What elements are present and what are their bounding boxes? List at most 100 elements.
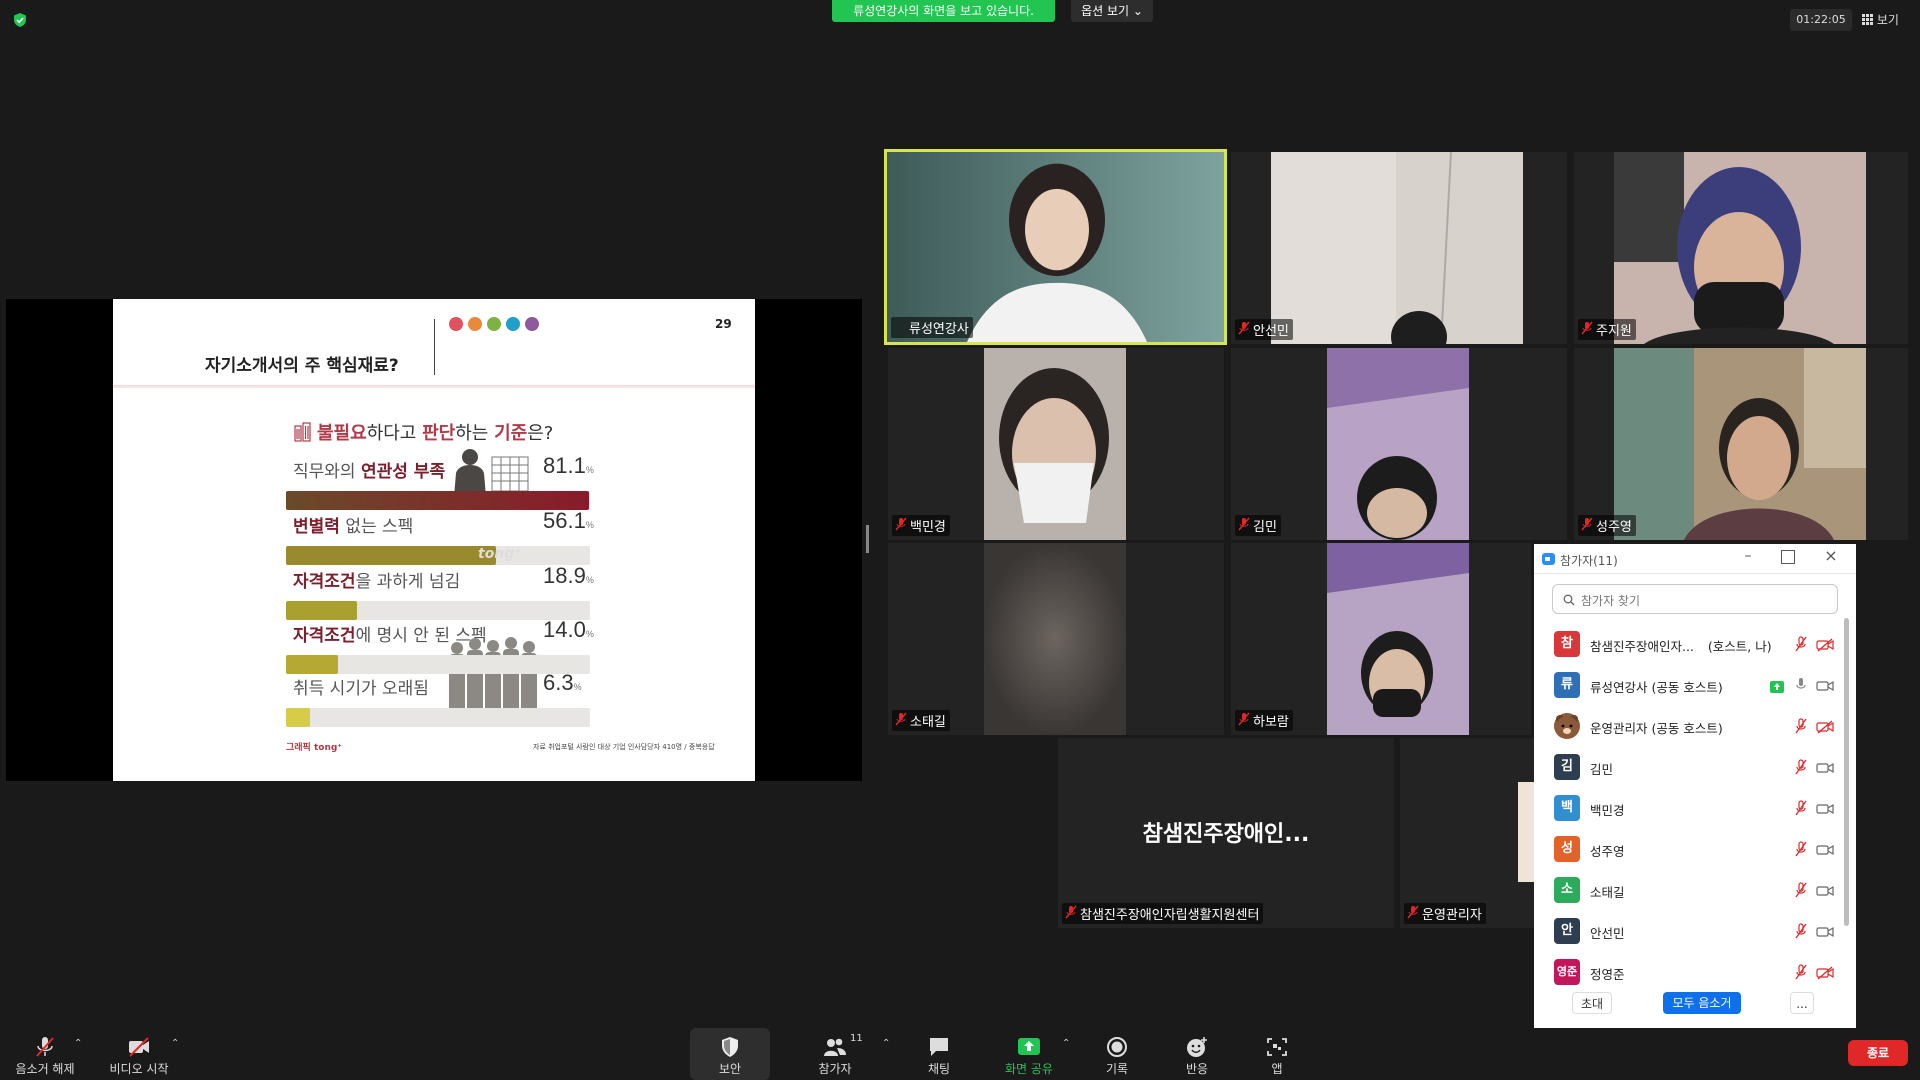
video-tile[interactable]: 주지원 <box>1574 152 1908 344</box>
search-icon <box>1563 594 1575 606</box>
slide-page-number: 29 <box>715 317 732 331</box>
participant-row[interactable]: 소 소태길 <box>1534 871 1856 912</box>
mute-all-button[interactable]: 모두 음소거 <box>1663 992 1741 1014</box>
shield-icon[interactable] <box>12 12 28 28</box>
question-part: 은? <box>527 423 554 444</box>
mic-muted-icon <box>1795 923 1807 939</box>
video-icon <box>1816 680 1834 692</box>
video-tile[interactable]: 성주영 <box>1574 348 1908 540</box>
participant-status-icons <box>1794 923 1834 941</box>
video-tile[interactable]: 류성연강사 <box>884 149 1227 345</box>
chat-button[interactable]: 채팅 <box>904 1028 974 1080</box>
participant-row[interactable]: 영준 정영준 <box>1534 953 1856 994</box>
start-video-button[interactable]: 비디오 시작 <box>100 1028 178 1080</box>
participant-row[interactable]: 참 참샘진주장애인자... (호스트, 나) <box>1534 625 1856 666</box>
speaker-video <box>887 152 1224 342</box>
slide-footer-credit: 그래픽 tong⁺ <box>286 743 343 753</box>
bar-value: 6.3% <box>543 670 582 695</box>
apps-icon <box>1267 1038 1287 1056</box>
participant-row[interactable]: 운영관리자 (공동 호스트) <box>1534 707 1856 748</box>
bar-fill <box>286 655 338 674</box>
maximize-button[interactable] <box>1781 550 1795 564</box>
bar-value: 56.1% <box>543 508 594 533</box>
participant-row[interactable]: 성 성주영 <box>1534 830 1856 871</box>
building-silhouette <box>491 456 529 492</box>
bar-label: 자격조건을 과하게 넘김 <box>293 572 461 592</box>
participant-status-icons <box>1770 677 1834 695</box>
mic-muted-icon <box>1795 882 1807 898</box>
video-icon <box>1816 844 1834 856</box>
screen-share-banner: 류성연강사의 화면을 보고 있습니다. <box>832 0 1055 22</box>
unmute-button[interactable]: 음소거 해제 <box>8 1028 82 1080</box>
color-dot <box>506 317 520 331</box>
video-off-icon <box>1816 720 1834 734</box>
view-button[interactable]: 보기 <box>1862 9 1918 31</box>
record-button[interactable]: 기록 <box>1082 1028 1152 1080</box>
video-tile[interactable]: 하보람 <box>1231 543 1531 735</box>
avatar: 백 <box>1554 795 1580 821</box>
participants-button[interactable]: 참가자 11 <box>800 1028 870 1080</box>
color-dot <box>468 317 482 331</box>
participant-row[interactable]: 백 백민경 <box>1534 789 1856 830</box>
participant-name: 성주영 <box>1590 844 1625 859</box>
video-tile[interactable]: 안선민 <box>1231 152 1567 344</box>
bar-fill <box>286 601 357 620</box>
splitter-handle[interactable] <box>866 525 869 553</box>
video-tile[interactable]: 참샘진주장애인... 참샘진주장애인자립생활지원센터 <box>1058 738 1394 928</box>
bar-label: 자격조건에 명시 안 된 스펙 <box>293 626 487 646</box>
close-button[interactable]: × <box>1821 546 1841 566</box>
participant-status-icons <box>1794 759 1834 777</box>
apps-label: 앱 <box>1271 1062 1283 1076</box>
minimize-button[interactable]: – <box>1738 548 1758 568</box>
audio-options-caret[interactable]: ⌃ <box>74 1038 82 1049</box>
more-button[interactable]: ... <box>1790 992 1814 1014</box>
participants-options-caret[interactable]: ⌃ <box>882 1038 890 1049</box>
video-icon <box>1816 803 1834 815</box>
reactions-button[interactable]: 반응 <box>1162 1028 1232 1080</box>
security-shield-icon <box>722 1037 738 1057</box>
avatar: 김 <box>1554 754 1580 780</box>
security-button[interactable]: 보안 <box>690 1028 770 1080</box>
question-part: 하다고 <box>366 423 423 444</box>
bar-value: 81.1% <box>543 453 594 478</box>
mic-muted-icon <box>1238 321 1250 335</box>
share-screen-button[interactable]: 화면 공유 <box>994 1028 1064 1080</box>
participants-panel: 참가자(11) – × 참가자 찾기 참 참샘진주장애인자... (호스트, 나) 류… <box>1534 544 1856 1030</box>
apps-button[interactable]: 앱 <box>1242 1028 1312 1080</box>
video-tile[interactable]: 김민 <box>1231 348 1567 540</box>
participant-name: 운영관리자 <box>1404 903 1486 924</box>
participant-search-input[interactable]: 참가자 찾기 <box>1552 584 1838 614</box>
color-dot <box>525 317 539 331</box>
participant-status-icons <box>1794 636 1834 654</box>
participant-row[interactable]: 안 안선민 <box>1534 912 1856 953</box>
video-off-icon <box>1816 966 1834 980</box>
participant-video <box>1614 348 1866 540</box>
participant-video <box>1327 348 1469 540</box>
video-tile[interactable]: 운영관리자 <box>1400 738 1534 928</box>
chat-label: 채팅 <box>927 1062 951 1076</box>
mic-muted-icon <box>1581 321 1593 335</box>
participant-row[interactable]: 김 김민 <box>1534 748 1856 789</box>
mic-muted-icon <box>1795 964 1807 980</box>
avatar: 성 <box>1554 836 1580 862</box>
video-options-caret[interactable]: ⌃ <box>171 1038 179 1049</box>
view-options-button[interactable]: 옵션 보기 ⌄ <box>1071 0 1153 22</box>
bear-avatar-icon <box>1556 715 1578 738</box>
panel-scrollbar[interactable] <box>1844 618 1849 926</box>
avatar: 안 <box>1554 918 1580 944</box>
share-screen-icon <box>1018 1038 1040 1055</box>
video-tile[interactable]: 백민경 <box>888 348 1224 540</box>
participant-row[interactable]: 류 류성연강사 (공동 호스트) <box>1534 666 1856 707</box>
participant-name: 소태길 <box>892 710 950 731</box>
participant-name: 하보람 <box>1235 710 1293 731</box>
end-meeting-button[interactable]: 종료 <box>1848 1040 1908 1066</box>
bar-fill <box>286 546 496 565</box>
video-tile[interactable]: 소태길 <box>888 543 1224 735</box>
meeting-toolbar: 음소거 해제 ⌃ 비디오 시작 ⌃ 보안 참가자 11 ⌃ 채팅 화면 공유 ⌃… <box>0 1028 1920 1080</box>
mic-muted-icon <box>1795 636 1807 652</box>
invite-button[interactable]: 초대 <box>1572 992 1612 1014</box>
question-part: 불필요 <box>317 423 367 444</box>
share-options-caret[interactable]: ⌃ <box>1062 1038 1070 1049</box>
mic-muted-icon <box>1238 712 1250 726</box>
question-part: 하는 <box>455 423 495 444</box>
